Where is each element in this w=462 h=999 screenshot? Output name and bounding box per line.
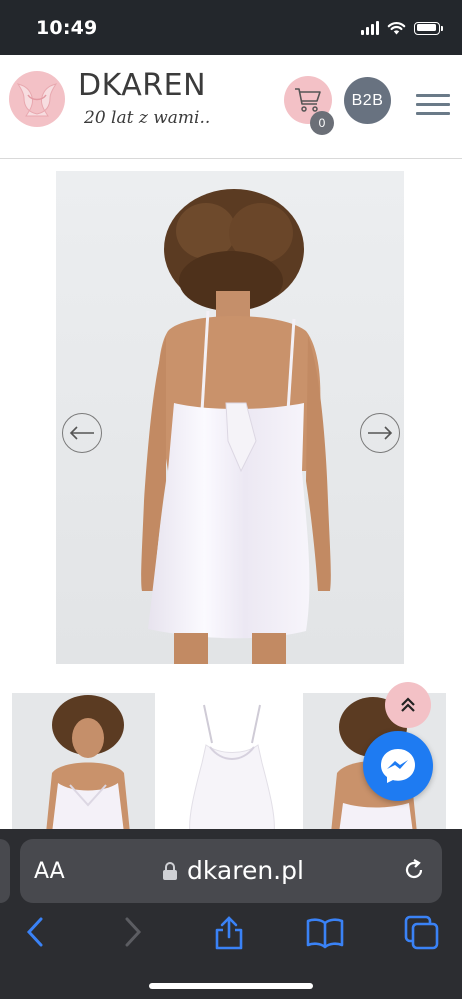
gallery-next-button[interactable]	[360, 413, 400, 453]
messenger-chat-button[interactable]	[363, 731, 433, 801]
thumbnail-dress-illustration	[189, 704, 275, 833]
product-thumbnail[interactable]	[166, 693, 296, 833]
arrow-left-icon	[69, 426, 94, 440]
aa-label: AA	[34, 859, 65, 884]
b2b-button[interactable]: B2B	[344, 77, 391, 124]
messenger-icon	[381, 749, 415, 783]
status-time: 10:49	[36, 17, 98, 39]
wifi-icon	[387, 22, 406, 35]
product-thumbnail[interactable]	[12, 693, 155, 833]
product-main-image[interactable]	[56, 171, 404, 664]
hamburger-menu-icon[interactable]	[416, 94, 450, 116]
book-icon[interactable]	[306, 915, 344, 949]
reload-icon[interactable]	[402, 858, 426, 882]
address-bar[interactable]: AA dkaren.pl	[20, 839, 442, 903]
tabs-icon[interactable]	[404, 915, 440, 951]
double-chevron-up-icon	[401, 697, 415, 712]
page: 10:49 DKAREN 20 lat z wami.. 0 B2B AA dk…	[0, 0, 462, 999]
status-icons	[361, 20, 443, 36]
previous-tab-stub[interactable]	[0, 839, 10, 903]
cart-count-badge: 0	[310, 111, 334, 135]
cellular-signal-icon	[361, 21, 379, 35]
home-indicator	[149, 983, 313, 989]
arrow-right-icon	[368, 426, 393, 440]
share-icon[interactable]	[213, 915, 245, 951]
lock-icon	[163, 862, 177, 880]
model-back-view-illustration	[56, 171, 404, 664]
brand-name[interactable]: DKAREN	[78, 68, 206, 103]
browser-toolbar: AA dkaren.pl	[0, 829, 462, 999]
brand-tagline: 20 lat z wami..	[84, 108, 211, 128]
gallery-prev-button[interactable]	[62, 413, 102, 453]
thumbnail-front-view-illustration	[46, 695, 130, 833]
site-header: DKAREN 20 lat z wami.. 0 B2B	[0, 55, 462, 159]
reader-settings-button[interactable]: AA	[34, 859, 65, 884]
cart-icon	[295, 88, 321, 112]
url-text[interactable]: dkaren.pl	[187, 856, 304, 885]
battery-icon	[414, 21, 443, 35]
status-bar: 10:49	[0, 0, 462, 55]
lingerie-logo-icon[interactable]	[8, 70, 66, 128]
back-chevron-icon[interactable]	[24, 915, 46, 949]
scroll-to-top-button[interactable]	[385, 682, 431, 728]
forward-chevron-icon[interactable]	[122, 915, 144, 949]
